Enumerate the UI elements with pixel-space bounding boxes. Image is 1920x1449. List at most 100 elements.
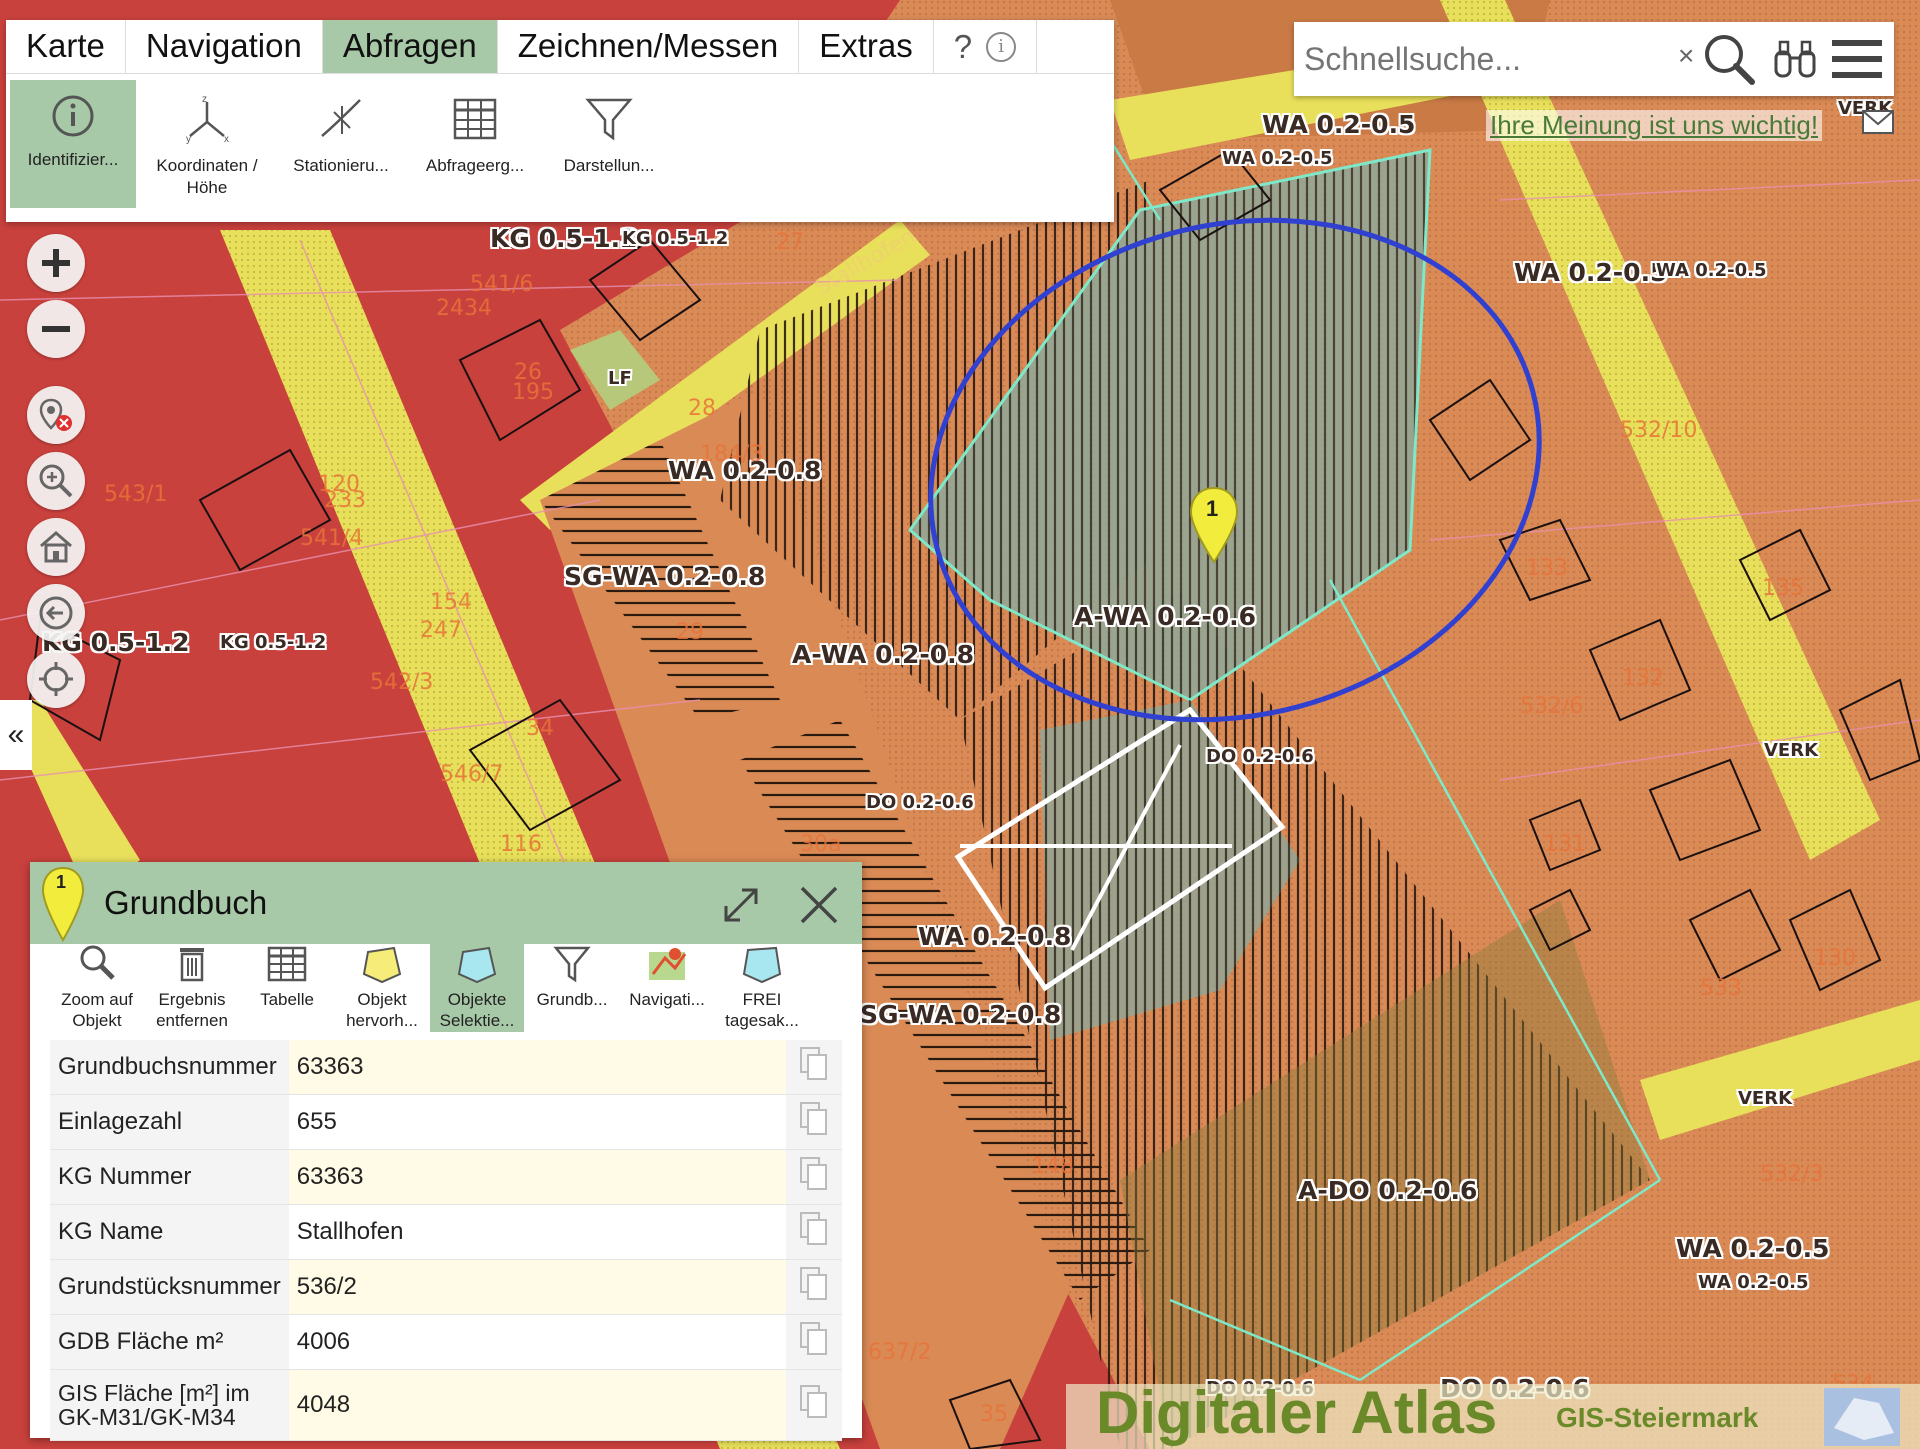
zoom-out-icon — [42, 326, 70, 332]
tool-label: Ergebnis entfernen — [156, 990, 228, 1030]
copy-button[interactable] — [786, 1149, 842, 1205]
copy-icon — [800, 1266, 827, 1300]
row-value: 63363 — [288, 1040, 786, 1095]
result-marker[interactable]: 1 — [1188, 486, 1240, 566]
tab-karte[interactable]: Karte — [6, 20, 126, 73]
parcel-number: 541/4 — [300, 526, 364, 551]
zoom-icon — [80, 945, 115, 980]
mail-icon[interactable] — [1862, 110, 1894, 134]
home-button[interactable] — [27, 518, 85, 576]
row-value: 4006 — [288, 1314, 786, 1370]
zone-label: SG-WA 0.2-0.8 — [860, 1000, 1062, 1029]
parcel-number: 532/3 — [1760, 1162, 1824, 1187]
clear-search-button[interactable]: × — [1678, 40, 1694, 72]
grundbuch-panel: 1 Grundbuch Zoom auf Objekt Ergebnis ent… — [30, 862, 862, 1441]
tab-extras[interactable]: Extras — [799, 20, 934, 73]
parcel-number: 546/7 — [440, 762, 504, 787]
ribbon-label: Abfrageerg... — [425, 156, 525, 175]
tool-label: Objekt hervorh... — [346, 990, 418, 1030]
highlight-polygon-icon — [362, 946, 402, 984]
hamburger-menu-icon[interactable] — [1830, 36, 1884, 82]
select-objects-button[interactable]: Objekte Selektie... — [430, 944, 524, 1032]
query-results-button[interactable]: Abfrageerg... — [412, 80, 538, 208]
tab-zeichnen-messen[interactable]: Zeichnen/Messen — [498, 20, 800, 73]
zone-label: KG 0.5-1.2 — [622, 228, 729, 249]
tool-label: Grundb... — [536, 990, 608, 1009]
collapse-sidebar-button[interactable]: « — [0, 700, 32, 770]
grundbuch-filter-button[interactable]: Grundb... — [525, 944, 619, 1032]
tab-navigation[interactable]: Navigation — [126, 20, 323, 73]
expand-icon[interactable] — [720, 884, 762, 926]
coordinates-icon: z y x — [186, 94, 229, 145]
copy-button[interactable] — [786, 1094, 842, 1150]
help-label: ? — [953, 27, 973, 65]
locate-button[interactable] — [27, 650, 85, 708]
copy-button[interactable] — [786, 1204, 842, 1260]
parcel-number: 29 — [676, 620, 704, 645]
copy-button[interactable] — [786, 1314, 842, 1370]
info-icon: i — [986, 31, 1017, 62]
close-icon[interactable] — [798, 884, 840, 926]
copy-button[interactable] — [786, 1040, 842, 1095]
parcel-number: 154 — [430, 590, 472, 615]
help-tab[interactable]: ? i — [934, 20, 1038, 73]
copy-button[interactable] — [786, 1369, 842, 1441]
copy-icon — [800, 1046, 827, 1080]
back-button[interactable] — [27, 584, 85, 642]
parcel-number: 27 — [776, 230, 804, 255]
locate-icon — [39, 662, 73, 696]
remove-result-button[interactable]: Ergebnis entfernen — [145, 944, 239, 1032]
tab-abfragen[interactable]: Abfragen — [322, 20, 498, 73]
table-row: Grundbuchsnummer 63363 — [50, 1040, 842, 1095]
parcel-number: 35 — [980, 1402, 1008, 1427]
grundbuch-table: Grundbuchsnummer 63363 Einlagezahl 655 K… — [50, 1040, 842, 1441]
copy-button[interactable] — [786, 1259, 842, 1315]
tool-label: Zoom auf Objekt — [61, 990, 133, 1030]
zoom-out-button[interactable] — [27, 300, 85, 358]
table-icon — [267, 946, 307, 982]
parcel-number: 132 — [1622, 666, 1664, 691]
display-button[interactable]: Darstellun... — [546, 80, 672, 208]
row-value: 63363 — [288, 1149, 786, 1205]
marker-number: 1 — [56, 872, 67, 892]
search-input[interactable] — [1302, 34, 1686, 84]
filter-icon — [553, 946, 591, 983]
parcel-number: 148 — [1032, 1154, 1074, 1179]
parcel-number: 637/2 — [868, 1340, 932, 1365]
zone-label: VERK — [1764, 740, 1819, 761]
table-button[interactable]: Tabelle — [240, 944, 334, 1032]
navigation-button[interactable]: Navigati... — [620, 944, 714, 1032]
info-icon — [52, 95, 94, 137]
binoculars-icon[interactable] — [1772, 36, 1818, 82]
frei-tagesaktuell-button[interactable]: FREI tagesak... — [715, 944, 809, 1032]
feedback-link[interactable]: Ihre Meinung ist uns wichtig! — [1486, 110, 1823, 141]
filter-icon — [585, 98, 633, 141]
identify-button[interactable]: Identifizier... — [10, 80, 136, 208]
remove-marker-button[interactable] — [27, 386, 85, 444]
polygon-icon — [742, 946, 782, 984]
parcel-number: 247 — [420, 618, 462, 643]
logo-subtitle: GIS-Steiermark — [1556, 1402, 1759, 1433]
coordinates-button[interactable]: z y x Koordinaten / Höhe — [144, 80, 270, 208]
stationing-icon — [321, 99, 361, 137]
zone-label: WA 0.2-0.5 — [1698, 1272, 1809, 1293]
svg-text:x: x — [224, 134, 229, 144]
parcel-number: 116 — [500, 832, 542, 857]
zone-label: WA 0.2-0.5 — [1222, 148, 1333, 169]
zone-label: A-WA 0.2-0.8 — [792, 640, 975, 669]
parcel-number: 542/3 — [370, 670, 434, 695]
atlas-logo: Digitaler Atlas GIS-Steiermark — [1066, 1379, 1920, 1449]
zoom-to-object-button[interactable]: Zoom auf Objekt — [50, 944, 144, 1032]
zoom-in-button[interactable] — [27, 234, 85, 292]
tool-label: FREI tagesak... — [725, 990, 799, 1030]
search-icon[interactable] — [1700, 30, 1758, 88]
zoom-area-button[interactable] — [27, 452, 85, 510]
stationing-button[interactable]: Stationieru... — [278, 80, 404, 208]
ribbon-label: Identifizier... — [27, 150, 119, 169]
parcel-number: 2434 — [436, 296, 492, 321]
ribbon-label: Stationieru... — [293, 156, 389, 175]
select-polygon-icon — [457, 946, 497, 984]
parcel-number: 30a — [800, 832, 842, 857]
row-key: KG Nummer — [50, 1149, 289, 1205]
highlight-object-button[interactable]: Objekt hervorh... — [335, 944, 429, 1032]
